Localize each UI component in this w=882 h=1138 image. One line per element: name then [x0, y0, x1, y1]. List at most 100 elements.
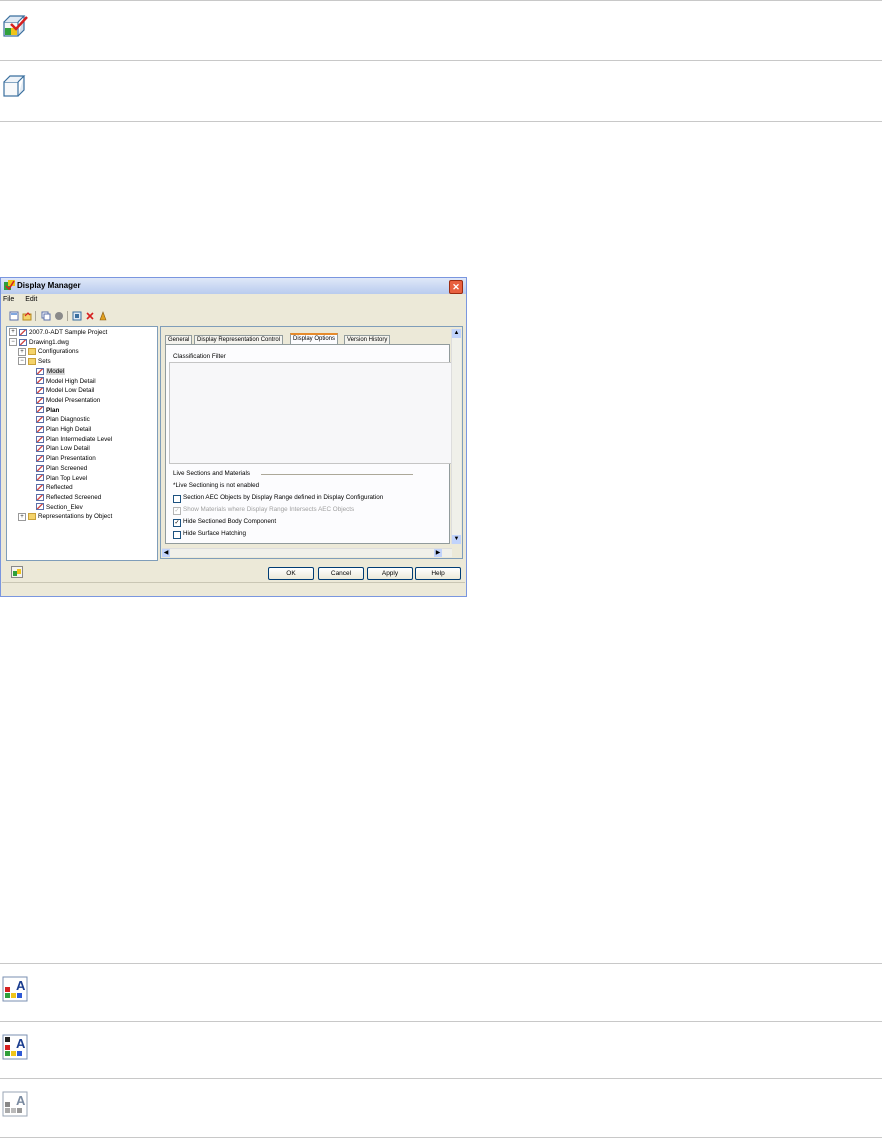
table-top-border: [0, 0, 882, 1]
tree-item[interactable]: Plan Presentation: [27, 454, 96, 463]
tree-item[interactable]: Reflected: [27, 483, 73, 492]
expand-icon[interactable]: +: [18, 347, 26, 356]
show-materials-label: Show Materials where Display Range Inter…: [183, 506, 355, 513]
menu-edit[interactable]: Edit: [25, 296, 37, 303]
tree-item-label: Model Presentation: [46, 396, 101, 404]
svg-text:A: A: [16, 1093, 26, 1108]
display-set-icon: [36, 416, 44, 424]
display-set-icon: [36, 454, 44, 462]
tree-item[interactable]: + Representations by Object: [18, 512, 112, 521]
table-row-divider: [0, 1078, 882, 1079]
tree-item[interactable]: − Drawing1.dwg: [9, 338, 69, 347]
properties-icon[interactable]: [72, 311, 82, 321]
section-aec-objects-checkbox[interactable]: [173, 495, 181, 503]
tree-item[interactable]: Plan High Detail: [27, 425, 91, 434]
tree-item-label: Model High Detail: [46, 377, 96, 385]
help-button[interactable]: Help: [415, 567, 461, 580]
section-aec-objects-label: Section AEC Objects by Display Range def…: [183, 494, 384, 501]
tree-item[interactable]: Model Low Detail: [27, 386, 94, 395]
tree-item[interactable]: Section_Elev: [27, 503, 83, 512]
drawing-icon: [19, 338, 27, 346]
tree-item-label: Representations by Object: [38, 513, 113, 521]
table-row-divider: [0, 963, 882, 964]
display-set-icon: [36, 396, 44, 404]
display-manager-small-icon[interactable]: [11, 566, 23, 578]
tree-item[interactable]: Model Presentation: [27, 396, 100, 405]
tree-item-label: Model Low Detail: [46, 387, 95, 395]
display-set-icon: [36, 435, 44, 443]
expand-icon[interactable]: +: [9, 328, 17, 337]
display-set-icon: [36, 377, 44, 385]
title-bar: Display Manager ✕: [1, 278, 466, 294]
window-title: Display Manager: [17, 281, 81, 290]
tree-item-label: Model: [46, 367, 66, 375]
scroll-down-icon[interactable]: ▼: [452, 535, 461, 544]
collapse-icon[interactable]: −: [9, 338, 17, 347]
tree-item[interactable]: Plan Diagnostic: [27, 415, 90, 424]
folder-icon: [28, 357, 36, 365]
table-row-divider: [0, 1021, 882, 1022]
new-icon[interactable]: [9, 311, 19, 321]
expand-icon[interactable]: +: [18, 512, 26, 521]
tree-pane: +2007.0-ADT Sample Project − Drawing1.dwg +…: [6, 326, 158, 561]
tree-item-label: Plan Presentation: [46, 455, 96, 463]
status-bar: [2, 582, 465, 593]
cancel-button[interactable]: Cancel: [318, 567, 364, 580]
delete-icon[interactable]: [85, 311, 95, 321]
display-set-icon: [36, 387, 44, 395]
tree-item-label: Plan Intermediate Level: [46, 435, 113, 443]
svg-text:A: A: [16, 1036, 26, 1051]
tree-item-label: Sets: [38, 358, 51, 366]
tree-item[interactable]: Plan Screened: [27, 464, 87, 473]
display-set-icon: [36, 484, 44, 492]
paste-icon[interactable]: [54, 311, 64, 321]
tree-item[interactable]: − Sets: [18, 357, 51, 366]
tree-item-label: Plan Low Detail: [46, 445, 90, 453]
collapse-icon[interactable]: −: [18, 357, 26, 366]
display-manager-icon: [4, 280, 15, 291]
live-sections-label: Live Sections and Materials: [173, 470, 251, 477]
live-sectioning-note: *Live Sectioning is not enabled: [173, 482, 260, 489]
tree-item[interactable]: Model: [27, 367, 66, 376]
vertical-scrollbar[interactable]: ▲ ▼: [451, 329, 461, 544]
tree-item[interactable]: Model High Detail: [27, 377, 96, 386]
menu-file[interactable]: File: [3, 296, 14, 303]
tree-item[interactable]: +2007.0-ADT Sample Project: [9, 328, 107, 337]
show-materials-checkbox[interactable]: ✓: [173, 507, 181, 515]
open-icon[interactable]: [22, 311, 32, 321]
hide-surface-hatching-label: Hide Surface Hatching: [183, 530, 247, 537]
toolbar: [5, 310, 465, 324]
group-separator: [261, 474, 413, 475]
copy-icon[interactable]: [41, 311, 51, 321]
tree-item-label: Plan Screened: [46, 464, 88, 472]
classification-filter-label: Classification Filter: [173, 353, 226, 360]
classification-filter-list[interactable]: [169, 362, 457, 464]
ok-button[interactable]: OK: [268, 567, 314, 580]
menu-bar: File Edit: [3, 296, 46, 307]
tree-item-label: Plan: [46, 406, 60, 414]
tree-item-label: Configurations: [38, 348, 79, 356]
tree-item[interactable]: Plan Top Level: [27, 474, 87, 483]
folder-icon: [28, 513, 36, 521]
horizontal-scrollbar[interactable]: ◀ ▶: [162, 548, 452, 557]
folder-icon: [28, 348, 36, 356]
scroll-right-icon[interactable]: ▶: [434, 549, 442, 557]
close-button[interactable]: ✕: [449, 280, 463, 294]
tree-item[interactable]: Reflected Screened: [27, 493, 101, 502]
purge-icon[interactable]: [98, 311, 108, 321]
hide-surface-hatching-checkbox[interactable]: [173, 531, 181, 539]
tree-item[interactable]: + Configurations: [18, 347, 79, 356]
tree-item-label: Plan High Detail: [46, 426, 92, 433]
display-set-icon: [36, 493, 44, 501]
apply-button[interactable]: Apply: [367, 567, 413, 580]
tree-item-label: Reflected: [46, 484, 73, 492]
table-row-divider: [0, 121, 882, 122]
tree-item[interactable]: Plan: [27, 406, 59, 415]
tree-item[interactable]: Plan Low Detail: [27, 444, 90, 453]
hide-sectioned-body-checkbox[interactable]: ✓: [173, 519, 181, 527]
tree-item[interactable]: Plan Intermediate Level: [27, 435, 112, 444]
display-set-icon: [36, 367, 44, 375]
scroll-up-icon[interactable]: ▲: [452, 329, 461, 338]
scroll-left-icon[interactable]: ◀: [162, 549, 170, 557]
tree-item-label: Reflected Screened: [46, 493, 102, 501]
